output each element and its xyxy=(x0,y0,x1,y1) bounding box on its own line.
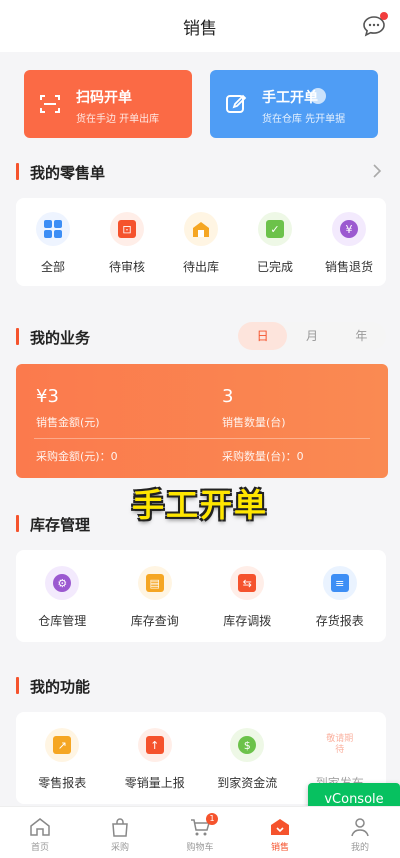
retail-pending-review-label: 待审核 xyxy=(108,260,145,274)
period-day-tab[interactable]: 日 xyxy=(238,322,288,350)
retail-all[interactable]: 全部 xyxy=(16,212,90,275)
home-icon xyxy=(30,818,50,836)
notification-dot xyxy=(380,12,388,20)
user-icon xyxy=(351,818,369,837)
scan-order-button[interactable]: 扫码开单 货在手边 开单出库 xyxy=(24,70,192,138)
warehouse-management[interactable]: ⚙ 仓库管理 xyxy=(16,566,109,629)
sales-qty-value: 3 xyxy=(222,386,234,407)
money-flow-icon: $ xyxy=(230,728,265,762)
sales-upload[interactable]: ↑ 零销量上报 xyxy=(109,728,202,791)
business-section-title: 我的业务 xyxy=(30,329,91,347)
stock-transfer[interactable]: ⇆ 库存调拨 xyxy=(201,566,294,629)
warehouse-out-icon xyxy=(184,212,218,246)
bottom-tab-bar: 首页 采购 1 购物车 销售 我的 xyxy=(0,806,400,858)
section-accent-bar xyxy=(16,677,19,694)
top-bar: 销售 xyxy=(0,0,400,52)
period-selector: 日 月 年 xyxy=(238,322,386,350)
bag-icon xyxy=(112,818,128,837)
transfer-icon: ⇆ xyxy=(230,566,265,600)
publish-icon: 敬请期待 xyxy=(322,728,357,762)
tab-cart[interactable]: 1 购物车 xyxy=(160,807,240,858)
tab-sales[interactable]: 销售 xyxy=(240,807,320,858)
stock-transfer-label: 库存调拨 xyxy=(223,614,272,628)
grid-icon xyxy=(36,212,70,246)
warehouse-management-label: 仓库管理 xyxy=(38,614,87,628)
retail-all-label: 全部 xyxy=(40,260,65,274)
retail-section-title: 我的零售单 xyxy=(30,164,106,182)
scan-order-title: 扫码开单 xyxy=(76,90,132,106)
sales-amount-value: ¥3 xyxy=(36,386,59,407)
coming-soon-badge: 敬请期待 xyxy=(326,734,354,755)
cart-badge: 1 xyxy=(206,813,218,825)
retail-card: 全部 ⊡ 待审核 待出库 ✓ 已完成 ¥ 销售退货 xyxy=(16,198,386,286)
inventory-report-label: 存货报表 xyxy=(315,614,364,628)
section-accent-bar xyxy=(16,163,19,180)
tab-home-label: 首页 xyxy=(30,843,49,853)
retail-returns-label: 销售退货 xyxy=(324,260,373,274)
inventory-card: ⚙ 仓库管理 ▤ 库存查询 ⇆ 库存调拨 ≡ 存货报表 xyxy=(16,550,386,642)
stock-query[interactable]: ▤ 库存查询 xyxy=(109,566,202,629)
sales-upload-label: 零销量上报 xyxy=(124,776,185,790)
upload-icon: ↑ xyxy=(137,728,172,762)
retail-report[interactable]: ↗ 零售报表 xyxy=(16,728,109,791)
warehouse-icon: ⚙ xyxy=(45,566,80,600)
report-icon: ≡ xyxy=(322,566,357,600)
home-cash-flow[interactable]: $ 到家资金流 xyxy=(201,728,294,791)
business-stats-card: ¥3 销售金额(元) 3 销售数量(台) 采购金额(元)：0 采购数量(台)：0 xyxy=(16,364,388,478)
retail-report-label: 零售报表 xyxy=(38,776,87,790)
tab-purchase-label: 采购 xyxy=(110,843,129,853)
purchase-qty: 采购数量(台)：0 xyxy=(222,450,304,463)
manual-order-button[interactable]: 手工开单 货在仓库 先开单据 xyxy=(210,70,378,138)
tab-purchase[interactable]: 采购 xyxy=(80,807,160,858)
chevron-right-icon[interactable] xyxy=(370,160,384,182)
home-cash-flow-label: 到家资金流 xyxy=(217,776,278,790)
tab-profile[interactable]: 我的 xyxy=(320,807,400,858)
period-month-tab[interactable]: 月 xyxy=(287,322,336,350)
message-icon[interactable] xyxy=(362,12,388,37)
functions-section-header: 我的功能 xyxy=(16,674,386,698)
review-icon: ⊡ xyxy=(110,212,144,246)
touch-indicator xyxy=(310,88,326,104)
overlay-caption: 手工开单 xyxy=(131,486,268,524)
tab-profile-label: 我的 xyxy=(350,843,369,853)
edit-icon xyxy=(226,94,247,113)
sales-icon xyxy=(271,819,289,835)
home-publish[interactable]: 敬请期待 到家发布 xyxy=(294,728,387,791)
scan-icon xyxy=(40,95,60,113)
functions-section-title: 我的功能 xyxy=(30,678,91,696)
retail-completed[interactable]: ✓ 已完成 xyxy=(238,212,312,275)
chart-icon: ↗ xyxy=(45,728,80,762)
period-year-tab[interactable]: 年 xyxy=(337,322,386,350)
section-accent-bar xyxy=(16,328,19,345)
inventory-report[interactable]: ≡ 存货报表 xyxy=(294,566,387,629)
retail-pending-review[interactable]: ⊡ 待审核 xyxy=(90,212,164,275)
divider xyxy=(34,438,370,439)
retail-pending-out-label: 待出库 xyxy=(182,260,219,274)
clipboard-check-icon: ✓ xyxy=(258,212,292,246)
stock-query-icon: ▤ xyxy=(137,566,172,600)
purchase-amount: 采购金额(元)：0 xyxy=(36,450,118,463)
stock-query-label: 库存查询 xyxy=(130,614,179,628)
page-title: 销售 xyxy=(183,19,217,39)
tab-sales-label: 销售 xyxy=(270,843,289,853)
tab-cart-label: 购物车 xyxy=(186,843,214,853)
manual-order-subtitle: 货在仓库 先开单据 xyxy=(262,114,346,125)
retail-section-header[interactable]: 我的零售单 xyxy=(16,160,386,184)
retail-pending-out[interactable]: 待出库 xyxy=(164,212,238,275)
yen-return-icon: ¥ xyxy=(332,212,366,246)
tab-home[interactable]: 首页 xyxy=(0,807,80,858)
sales-qty-label: 销售数量(台) xyxy=(222,416,286,429)
retail-returns[interactable]: ¥ 销售退货 xyxy=(312,212,386,275)
sales-amount-label: 销售金额(元) xyxy=(36,416,100,429)
retail-completed-label: 已完成 xyxy=(256,260,293,274)
scan-order-subtitle: 货在手边 开单出库 xyxy=(76,114,160,125)
